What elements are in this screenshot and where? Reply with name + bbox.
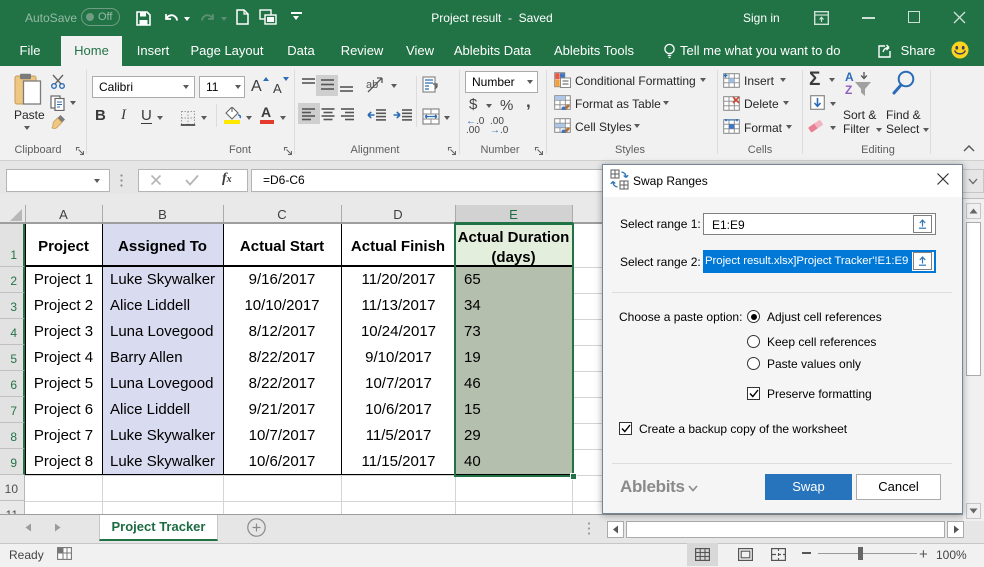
svg-text:ab: ab <box>366 79 378 91</box>
svg-text:Z: Z <box>845 83 852 97</box>
svg-text:A: A <box>845 70 854 84</box>
